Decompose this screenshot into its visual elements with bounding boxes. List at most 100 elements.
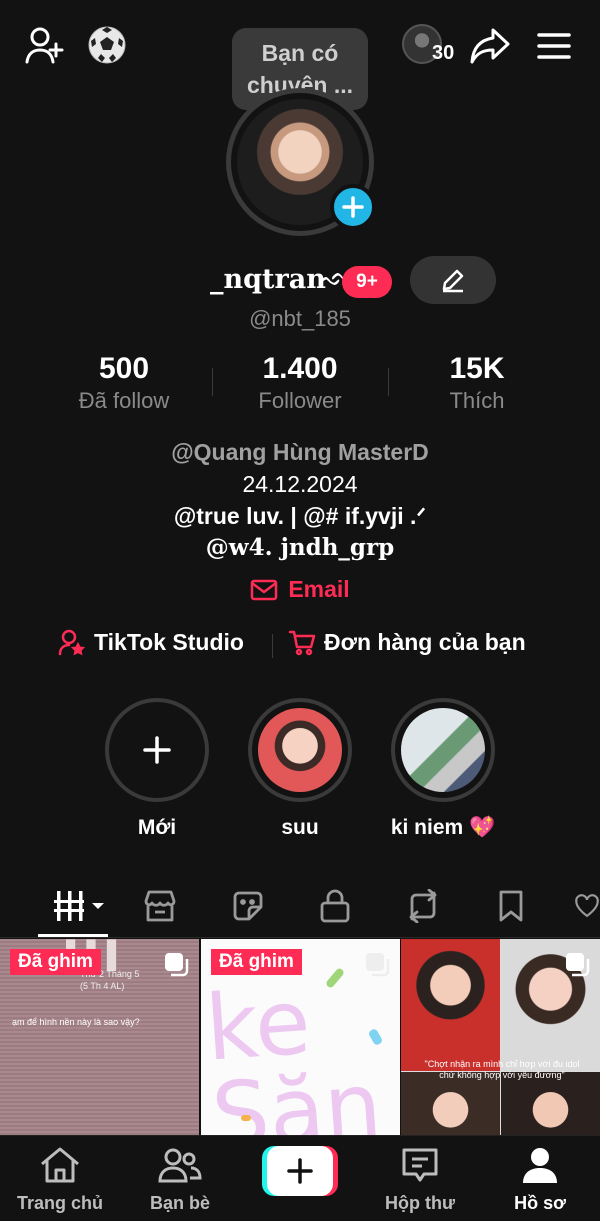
inbox-icon: [402, 1148, 438, 1182]
following-count: 500: [98, 352, 150, 385]
display-name: _nqtran: [210, 264, 326, 295]
email-label: Email: [288, 576, 350, 602]
nav-home[interactable]: Trang chủ: [0, 1146, 120, 1214]
add-friend-icon[interactable]: [22, 22, 68, 68]
envelope-icon: [251, 579, 278, 600]
stat-divider: [212, 368, 213, 396]
repost-icon: [409, 889, 437, 923]
friends-count-button[interactable]: 30: [402, 24, 462, 68]
create-button[interactable]: [262, 1146, 338, 1196]
photo-carousel-icon: [366, 953, 390, 977]
bio-line: 24.12.2024: [242, 471, 358, 497]
highlight-label: ki niem 💖: [390, 816, 496, 839]
thumbnail-photo: [401, 1072, 500, 1135]
pinned-badge: Đã ghim: [10, 949, 101, 975]
user-handle: @nbt_185: [249, 306, 351, 331]
pinned-badge: Đã ghim: [211, 949, 302, 975]
nav-profile[interactable]: Hồ sơ: [480, 1146, 600, 1214]
video-thumbnail[interactable]: ke Săn Đã ghim: [201, 939, 400, 1135]
links-row: TikTok Studio Đơn hàng của bạn: [0, 628, 600, 664]
highlight-thumbnail: [258, 708, 342, 792]
photo-carousel-icon: [566, 953, 590, 977]
tab-private[interactable]: [313, 884, 357, 928]
video-grid: ▌▌▌ Thứ 2 Tháng 5 (5 Th 4 AL) ạm để hình…: [0, 939, 600, 1135]
studio-user-star-icon: [58, 629, 86, 656]
following-label: Đã follow: [78, 388, 170, 413]
nav-inbox[interactable]: Hộp thư: [360, 1146, 480, 1214]
create-button-face: [267, 1146, 333, 1196]
edit-profile-button[interactable]: [410, 256, 496, 304]
top-bar: Bạn có chuyện ... 30: [0, 0, 600, 110]
followers-stat[interactable]: 1.400 Follower: [215, 352, 385, 416]
share-icon[interactable]: [468, 24, 512, 68]
photo-carousel-icon: [165, 953, 189, 977]
thumbnail-caption: "Chợt nhận ra mình chỉ hợp với đu idol c…: [424, 1059, 580, 1080]
thumbnail-art-text: ke Săn: [202, 969, 385, 1135]
tab-shop[interactable]: [138, 884, 182, 928]
tab-reposts[interactable]: [401, 884, 445, 928]
highlight-thumbnail: [401, 708, 485, 792]
nav-profile-label: Hồ sơ: [514, 1193, 566, 1213]
notification-badge[interactable]: 9+: [342, 266, 392, 298]
bio-line[interactable]: @true luv. | @# if.yvji .ᐟ: [0, 500, 600, 532]
orders-label: Đơn hàng của bạn: [324, 628, 526, 655]
email-link[interactable]: Email: [0, 576, 600, 603]
link-divider: [272, 634, 273, 658]
store-icon: [144, 890, 176, 922]
video-thumbnail[interactable]: "Chợt nhận ra mình chỉ hợp với đu idol c…: [401, 939, 600, 1135]
content-tabs: [0, 880, 600, 938]
nav-home-label: Trang chủ: [16, 1193, 103, 1213]
nav-friends-label: Bạn bè: [149, 1193, 210, 1213]
highlight-circle: [391, 698, 495, 802]
bottom-navigation: Trang chủ Bạn bè Hộp thư Hồ sơ: [0, 1135, 600, 1221]
friends-count: 30: [432, 42, 455, 64]
likes-stat[interactable]: 15K Thích: [392, 352, 562, 416]
pencil-icon: [442, 269, 464, 293]
plus-icon: [143, 736, 171, 764]
menu-icon[interactable]: [534, 26, 574, 66]
highlight-circle: [248, 698, 352, 802]
following-stat[interactable]: 500 Đã follow: [39, 352, 209, 416]
nav-inbox-label: Hộp thư: [384, 1193, 455, 1213]
name-row: _nqtran ᨒ 9+: [0, 256, 600, 304]
videos-grid-icon: [54, 891, 104, 921]
active-tab-indicator: [38, 934, 108, 937]
plus-icon: [287, 1158, 313, 1184]
profile-avatar-container: [214, 88, 386, 240]
friends-icon: [158, 1148, 202, 1183]
profile-icon: [523, 1148, 557, 1183]
video-thumbnail[interactable]: ▌▌▌ Thứ 2 Tháng 5 (5 Th 4 AL) ạm để hình…: [0, 939, 199, 1135]
highlight-item[interactable]: ki niem 💖: [373, 698, 513, 840]
followers-count: 1.400: [262, 352, 338, 385]
thumbnail-lunar-date: (5 Th 4 AL): [80, 981, 125, 991]
likes-count: 15K: [449, 352, 505, 385]
add-story-button[interactable]: [330, 184, 376, 230]
followers-label: Follower: [258, 388, 342, 413]
highlight-item[interactable]: suu: [230, 698, 370, 840]
bio-line[interactable]: @Quang Hùng MasterD: [0, 436, 600, 468]
thumbnail-photo: [401, 939, 500, 1071]
home-icon: [41, 1147, 79, 1183]
heart-icon: [575, 894, 599, 918]
new-highlight-circle: [105, 698, 209, 802]
nav-friends[interactable]: Bạn bè: [120, 1146, 240, 1214]
bio-line[interactable]: @w4. jndh_grp: [0, 532, 600, 564]
highlights-row: Mới suu ki niem 💖: [0, 698, 600, 848]
stats-row: 500 Đã follow 1.400 Follower 15K Thích: [0, 352, 600, 416]
highlight-new[interactable]: Mới: [87, 698, 227, 840]
tab-stickers[interactable]: [226, 884, 270, 928]
tab-liked[interactable]: [574, 884, 600, 928]
bio: @Quang Hùng MasterD 24.12.2024 @true luv…: [0, 436, 600, 564]
confetti: [241, 1115, 251, 1121]
bookmark-icon: [499, 890, 523, 922]
orders-link[interactable]: Đơn hàng của bạn: [288, 628, 526, 656]
stat-divider: [388, 368, 389, 396]
sticker-icon: [233, 891, 263, 921]
soccer-ball-icon[interactable]: [86, 24, 128, 66]
highlight-label: suu: [281, 816, 319, 839]
tiktok-studio-link[interactable]: TikTok Studio: [58, 628, 244, 656]
tab-saved[interactable]: [489, 884, 533, 928]
tab-videos[interactable]: [50, 884, 108, 928]
lock-icon: [320, 889, 350, 923]
highlight-label: Mới: [137, 816, 177, 839]
